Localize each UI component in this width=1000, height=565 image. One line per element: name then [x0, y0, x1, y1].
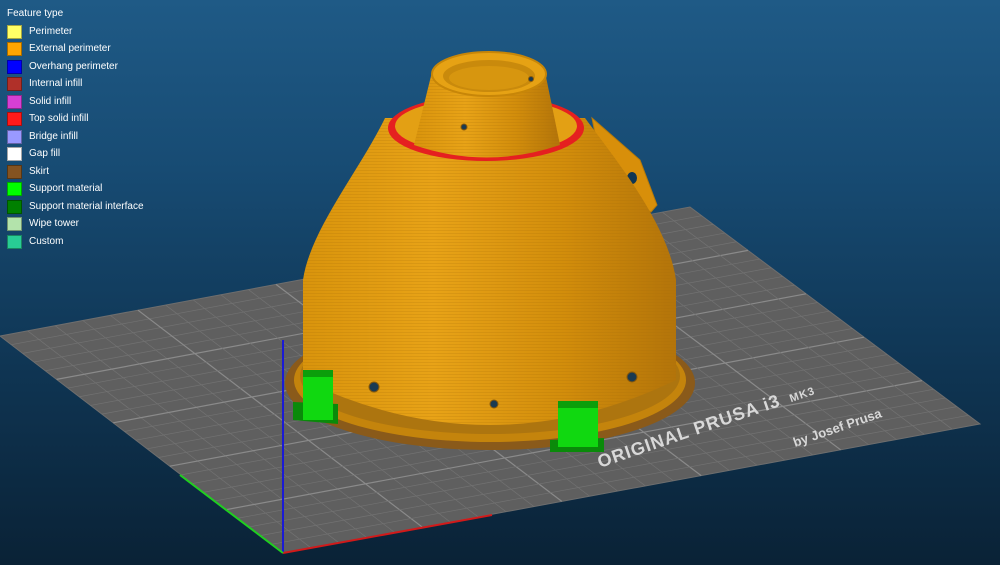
support-material-right	[550, 401, 604, 452]
legend-color-swatch	[7, 77, 22, 92]
legend-item-label: Perimeter	[29, 25, 73, 37]
legend-item-label: Overhang perimeter	[29, 60, 118, 72]
legend-item-label: Solid infill	[29, 95, 72, 107]
legend-item: Support material	[7, 181, 144, 199]
legend-item-label: Skirt	[29, 165, 49, 177]
legend-color-swatch	[7, 147, 22, 162]
legend-item: Wipe tower	[7, 216, 144, 234]
printed-model	[285, 51, 695, 452]
legend-color-swatch	[7, 199, 22, 214]
legend-item-label: Top solid infill	[29, 113, 89, 125]
legend-item: Gap fill	[7, 146, 144, 164]
legend-item: Internal infill	[7, 76, 144, 94]
legend-item: Bridge infill	[7, 128, 144, 146]
legend-item: Top solid infill	[7, 111, 144, 129]
legend-item: Overhang perimeter	[7, 58, 144, 76]
legend-color-swatch	[7, 234, 22, 249]
legend-item: Custom	[7, 233, 144, 251]
legend-color-swatch	[7, 94, 22, 109]
3d-preview-viewport[interactable]: ORIGINAL PRUSA i3 MK3 by Josef Prusa	[0, 0, 1000, 565]
legend-item: Solid infill	[7, 93, 144, 111]
legend-item-label: Support material interface	[29, 200, 144, 212]
legend-color-swatch	[7, 42, 22, 57]
legend-item-label: Support material	[29, 183, 103, 195]
legend-item-label: External perimeter	[29, 43, 111, 55]
legend-title: Feature type	[7, 8, 64, 19]
legend-item: Support material interface	[7, 198, 144, 216]
legend-color-swatch	[7, 112, 22, 127]
legend-color-swatch	[7, 217, 22, 232]
legend-item-label: Custom	[29, 235, 64, 247]
legend-item-label: Gap fill	[29, 148, 61, 160]
legend-item-label: Bridge infill	[29, 130, 78, 142]
legend-color-swatch	[7, 24, 22, 39]
legend-color-swatch	[7, 129, 22, 144]
legend-color-swatch	[7, 164, 22, 179]
legend-item: Perimeter	[7, 23, 144, 41]
legend-item-label: Wipe tower	[29, 218, 80, 230]
feature-type-legend: Feature type Perimeter External perimeter…	[7, 6, 144, 251]
legend-item-label: Internal infill	[29, 78, 83, 90]
legend-color-swatch	[7, 182, 22, 197]
legend-item: External perimeter	[7, 41, 144, 59]
legend-item: Skirt	[7, 163, 144, 181]
legend-color-swatch	[7, 59, 22, 74]
